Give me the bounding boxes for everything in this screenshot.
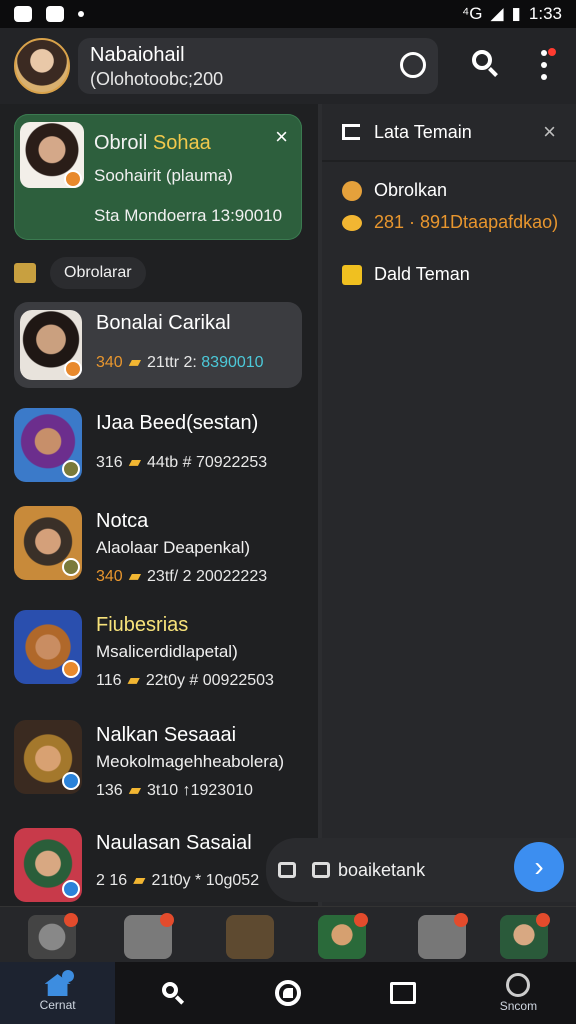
timer-icon (275, 980, 301, 1006)
featured-chat-card[interactable]: Obroil Sohaa Soohairit (plauma) Sta Mond… (14, 114, 302, 240)
status-right: ⁴G ◢ ▮ 1:33 (462, 4, 562, 24)
nav-book[interactable] (346, 962, 461, 1024)
close-icon[interactable]: × (543, 119, 556, 145)
youtube-icon (46, 6, 64, 22)
search-icon (161, 982, 184, 1005)
bottom-nav: Cernat Sncom (0, 962, 576, 1024)
chat-name: IJaa Beed(sestan) (96, 412, 259, 434)
nav-profile-label: Sncom (499, 999, 538, 1013)
network-label: ⁴G (461, 4, 483, 23)
verified-badge-icon (64, 360, 82, 378)
profile-pill[interactable]: Nabaiohail (Olohotoobc;200 (78, 38, 438, 94)
trophy-icon: ▰ (133, 872, 146, 889)
trophy-icon: ▰ (128, 354, 142, 371)
verified-badge-icon (62, 660, 80, 678)
notification-icon (14, 6, 32, 22)
nav-home-label: Cernat (39, 998, 76, 1012)
tray-item[interactable] (418, 913, 468, 959)
chat-list-panel: Obroil Sohaa Soohairit (plauma) Sta Mond… (0, 104, 318, 906)
more-menu-button[interactable] (540, 48, 556, 80)
panel-item-dald-teman[interactable]: Dald Teman (342, 264, 470, 285)
chat-bubble-icon[interactable] (400, 52, 426, 78)
chat-name: Naulasan Sasaial (96, 832, 252, 854)
bowl-icon (342, 214, 362, 231)
verified-badge-icon (64, 170, 82, 188)
panel-item-obrolkan[interactable]: Obrolkan (342, 180, 447, 201)
profile-subtitle: (Olohotoobc;200 (90, 69, 224, 89)
friends-panel: Lata Temain × Obrolkan 281 · 891Dtaapafd… (322, 104, 576, 906)
notification-dot (62, 970, 74, 982)
tray-item[interactable] (28, 913, 78, 959)
trophy-icon: ▰ (128, 782, 142, 799)
chat-message: Alaolaar Deapenkal) (96, 538, 251, 557)
featured-title: Obroil Sohaa (94, 132, 211, 154)
folder-icon (14, 263, 36, 283)
tray-item[interactable] (124, 913, 174, 959)
chat-meta: 116 ▰ 22t0y # 00922503 (96, 672, 274, 689)
featured-meta: Sta Mondoerra 13:90010 (94, 206, 283, 225)
trophy-icon: ▰ (128, 568, 142, 585)
nav-search[interactable] (115, 962, 230, 1024)
panel-item-subtitle: 281 · 891Dtaapafdkao) (342, 212, 558, 233)
chat-list-item[interactable]: Nalkan Sesaaai Meokolmagehheabolera) 136… (14, 714, 302, 800)
chat-list-item[interactable]: Naulasan Sasaial 2 16 ▰ 21t0y * 10g052 (14, 822, 302, 908)
chat-name: Fiubesrias (96, 614, 189, 636)
tray-item[interactable] (500, 913, 550, 959)
compose-input[interactable]: boaiketank (338, 860, 425, 881)
chat-list-item[interactable]: Bonalai Carikal 340 ▰ 21ttr 2: 8390010 (14, 302, 302, 388)
app-tray (0, 906, 576, 962)
battery-icon: ▮ (511, 4, 521, 23)
trophy-icon: ▰ (128, 454, 142, 471)
close-icon[interactable]: × (275, 124, 288, 150)
status-time: 1:33 (528, 4, 562, 23)
chat-list-item[interactable]: Notca Alaolaar Deapenkal) 340 ▰ 23tf/ 2 20… (14, 500, 302, 586)
chat-name: Nalkan Sesaaai (96, 724, 237, 746)
verified-badge-icon (62, 558, 80, 576)
chat-message: Meokolmagehheabolera) (96, 752, 285, 771)
profile-icon (506, 973, 531, 997)
chat-meta: 340 ▰ 21ttr 2: 8390010 (96, 354, 264, 371)
chat-message: Msalicerdidlapetal) (96, 642, 238, 661)
folder-icon (342, 264, 362, 285)
friends-panel-header: Lata Temain × (322, 104, 576, 162)
nav-home[interactable]: Cernat (0, 962, 116, 1024)
chat-list-item[interactable]: Fiubesrias Msalicerdidlapetal) 116 ▰ 22t0y… (14, 604, 302, 690)
attach-icon[interactable] (278, 862, 296, 878)
verified-badge-icon (62, 772, 80, 790)
coin-icon (342, 180, 362, 201)
play-icon (342, 124, 360, 140)
book-icon (390, 982, 417, 1004)
chat-meta: 2 16 ▰ 21t0y * 10g052 (96, 872, 260, 889)
chat-meta: 316 ▰ 44tb # 70922253 (96, 454, 268, 471)
chat-meta: 340 ▰ 23tf/ 2 20022223 (96, 568, 268, 585)
verified-badge-icon (62, 460, 80, 478)
chat-list-item[interactable]: IJaa Beed(sestan) 316 ▰ 44tb # 70922253 (14, 402, 302, 488)
filter-chip[interactable]: Obrolarar (50, 257, 146, 289)
nav-timer[interactable] (230, 962, 345, 1024)
dot-icon (78, 11, 84, 17)
nav-profile[interactable]: Sncom (461, 962, 576, 1024)
tray-item[interactable] (318, 913, 368, 959)
wifi-icon: ◢ (490, 4, 504, 23)
chat-name: Bonalai Carikal (96, 312, 231, 334)
chat-name: Notca (96, 510, 149, 532)
status-left (14, 6, 84, 22)
status-bar: ⁴G ◢ ▮ 1:33 (0, 0, 576, 28)
verified-badge-icon (62, 880, 80, 898)
search-button[interactable] (472, 50, 500, 78)
send-button[interactable]: › (514, 842, 564, 892)
featured-subtitle: Soohairit (plauma) (94, 166, 233, 185)
friends-panel-title: Lata Temain (374, 121, 472, 142)
filter-row: Obrolarar (14, 256, 146, 290)
trophy-icon: ▰ (127, 672, 140, 689)
chat-meta: 136 ▰ 3t10 ↑1923010 (96, 782, 253, 799)
message-icon (312, 862, 330, 878)
profile-avatar[interactable] (14, 38, 70, 94)
profile-name: Nabaiohail (90, 44, 185, 66)
tray-item[interactable] (226, 915, 274, 959)
notification-dot (548, 48, 556, 56)
